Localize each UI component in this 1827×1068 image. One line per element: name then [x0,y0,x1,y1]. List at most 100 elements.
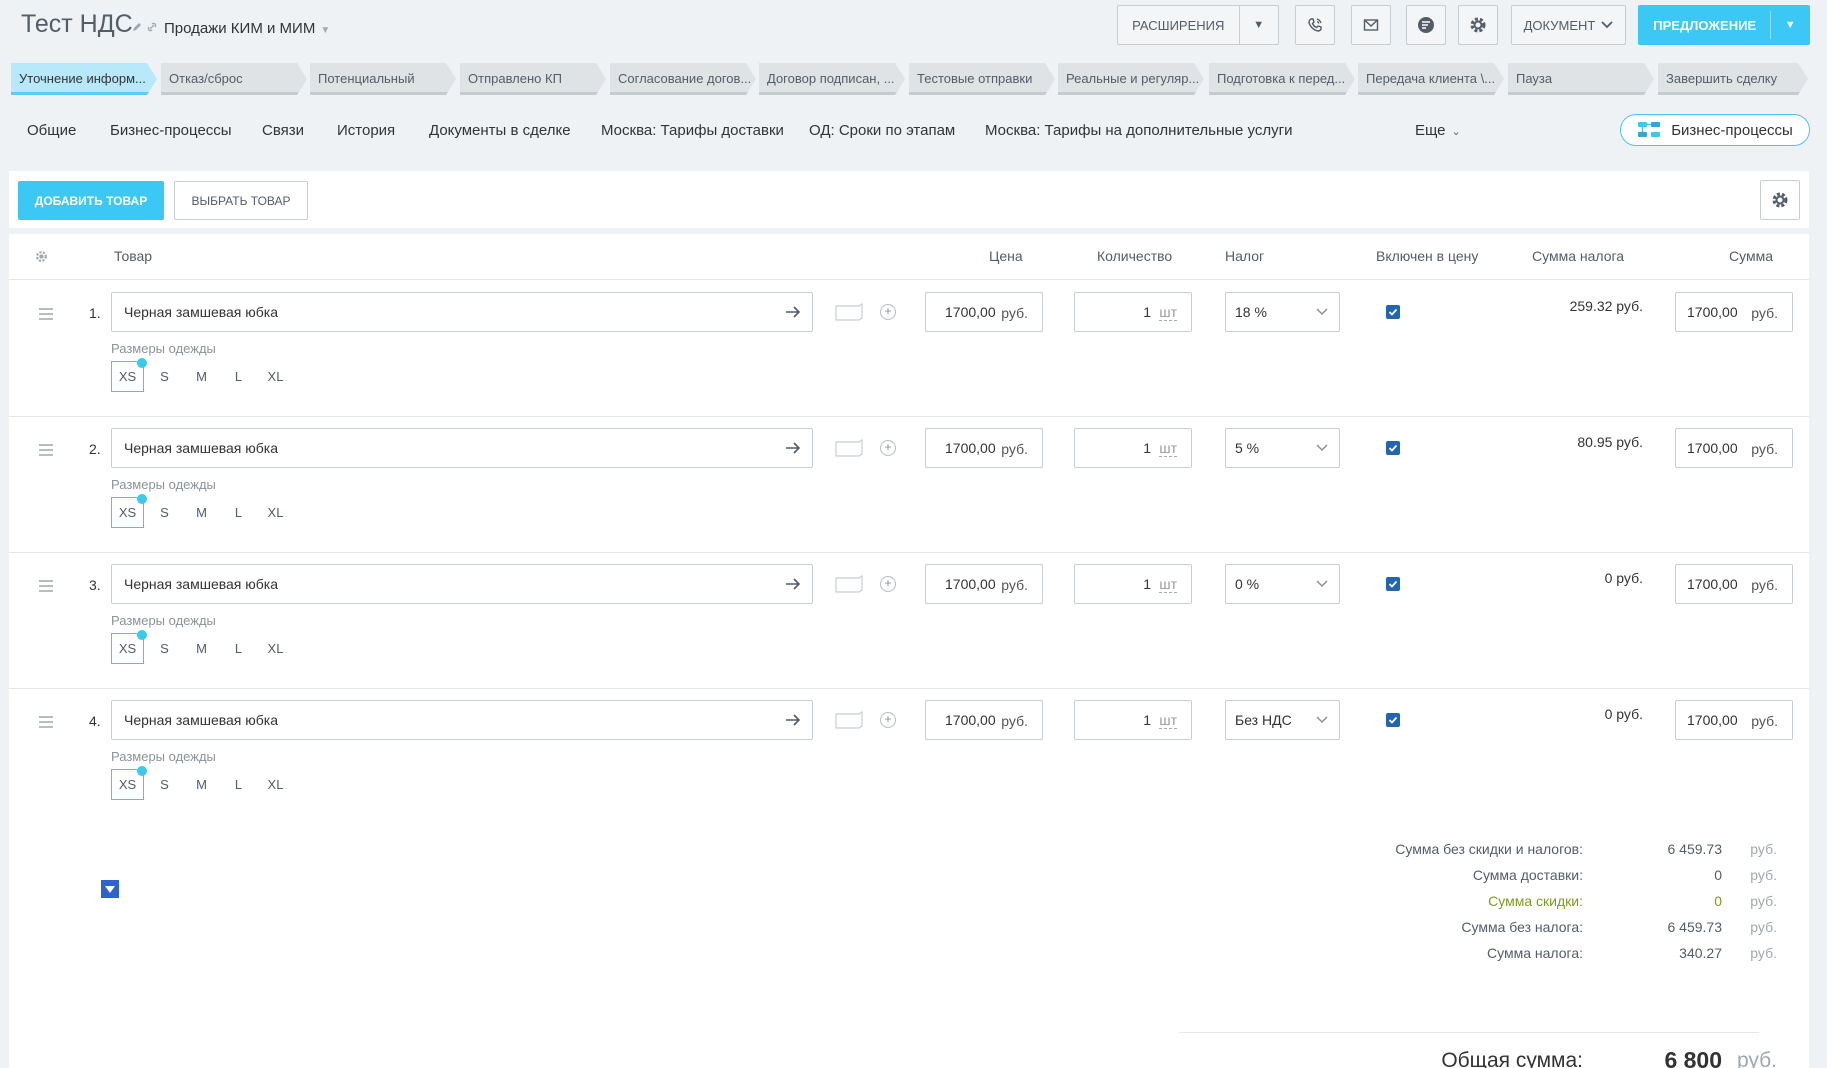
tax-included-checkbox[interactable] [1386,577,1400,591]
product-card-icon[interactable] [835,711,863,729]
business-processes-button[interactable]: Бизнес-процессы [1620,114,1810,146]
chevron-down-icon[interactable]: ▼ [1771,19,1809,31]
stage-item[interactable]: Отказ/сброс [161,63,307,95]
add-variant-icon[interactable]: + [880,440,896,456]
measure-unit[interactable]: шт [1159,577,1177,593]
stage-item[interactable]: Договор подписан, ... [759,63,905,95]
tax-included-checkbox[interactable] [1386,305,1400,319]
drag-handle-icon[interactable] [39,308,53,323]
collapse-toggle[interactable] [101,880,119,898]
size-option-s[interactable]: S [148,361,181,392]
settings-button[interactable] [1458,5,1498,45]
size-option-m[interactable]: M [185,361,218,392]
price-input[interactable]: 1700,00 руб. [925,700,1043,740]
sum-input[interactable]: 1700,00 руб. [1675,564,1793,604]
tab-history[interactable]: История [337,122,395,139]
arrow-right-icon[interactable] [784,303,802,321]
add-product-button[interactable]: Добавить товар [18,181,164,220]
chat-button[interactable] [1406,5,1446,45]
size-option-xs[interactable]: XS [111,630,147,664]
stage-item[interactable]: Передача клиента \... [1358,63,1504,95]
drag-handle-icon[interactable] [39,580,53,595]
tab-business-processes[interactable]: Бизнес-процессы [110,122,232,139]
price-input[interactable]: 1700,00 руб. [925,292,1043,332]
tax-select[interactable]: 5 % [1225,428,1340,468]
sum-input[interactable]: 1700,00 руб. [1675,700,1793,740]
tax-included-checkbox[interactable] [1386,713,1400,727]
product-card-icon[interactable] [835,303,863,321]
stage-item[interactable]: Отправлено КП [460,63,606,95]
size-option-l[interactable]: L [222,769,255,800]
gear-icon[interactable] [35,250,48,263]
document-button[interactable]: Документ [1511,5,1626,45]
add-variant-icon[interactable]: + [880,712,896,728]
size-option-xl[interactable]: XL [259,633,292,664]
chevron-down-icon[interactable]: ▼ [1239,19,1278,31]
size-option-xl[interactable]: XL [259,361,292,392]
select-product-button[interactable]: Выбрать товар [174,181,308,220]
size-option-s[interactable]: S [148,497,181,528]
offer-button[interactable]: Предложение ▼ [1638,5,1810,45]
price-input[interactable]: 1700,00 руб. [925,428,1043,468]
size-option-xs[interactable]: XS [111,766,147,800]
product-name-input[interactable]: Черная замшевая юбка [111,564,813,604]
tab-extra-services[interactable]: Москва: Тарифы на дополнительные услуги [985,122,1292,139]
arrow-right-icon[interactable] [784,439,802,457]
tab-stage-terms[interactable]: ОД: Сроки по этапам [809,122,955,139]
tab-documents[interactable]: Документы в сделке [429,122,571,139]
sum-input[interactable]: 1700,00 руб. [1675,292,1793,332]
tab-delivery-rates[interactable]: Москва: Тарифы доставки [601,122,784,139]
measure-unit[interactable]: шт [1159,441,1177,457]
product-card-icon[interactable] [835,439,863,457]
quantity-input[interactable]: 1 шт [1074,700,1192,740]
pipeline-selector[interactable]: Продажи КИМ и МИМ ▼ [164,20,330,37]
product-name-input[interactable]: Черная замшевая юбка [111,428,813,468]
extensions-button[interactable]: Расширения ▼ [1117,5,1279,45]
tab-more[interactable]: Еще ⌄ [1415,122,1461,139]
size-option-xl[interactable]: XL [259,769,292,800]
size-option-xl[interactable]: XL [259,497,292,528]
stage-item[interactable]: Согласование догов... [610,63,756,95]
size-option-l[interactable]: L [222,361,255,392]
stage-item[interactable]: Подготовка к перед... [1209,63,1355,95]
arrow-right-icon[interactable] [784,711,802,729]
size-option-s[interactable]: S [148,633,181,664]
size-option-l[interactable]: L [222,497,255,528]
product-card-icon[interactable] [835,575,863,593]
size-option-l[interactable]: L [222,633,255,664]
product-name-input[interactable]: Черная замшевая юбка [111,292,813,332]
products-settings-button[interactable] [1760,180,1800,220]
measure-unit[interactable]: шт [1159,305,1177,321]
stage-item[interactable]: Уточнение информ... [11,63,157,95]
product-name-input[interactable]: Черная замшевая юбка [111,700,813,740]
tax-included-checkbox[interactable] [1386,441,1400,455]
size-option-xs[interactable]: XS [111,358,147,392]
size-option-m[interactable]: M [185,769,218,800]
tax-select[interactable]: 18 % [1225,292,1340,332]
tax-select[interactable]: 0 % [1225,564,1340,604]
size-option-m[interactable]: M [185,633,218,664]
stage-item[interactable]: Тестовые отправки [909,63,1055,95]
stage-item[interactable]: Пауза [1508,63,1654,95]
add-variant-icon[interactable]: + [880,576,896,592]
stage-item[interactable]: Потенциальный [310,63,456,95]
drag-handle-icon[interactable] [39,716,53,731]
size-option-m[interactable]: M [185,497,218,528]
stage-item[interactable]: Реальные и регуляр... [1058,63,1204,95]
drag-handle-icon[interactable] [39,444,53,459]
tax-select[interactable]: Без НДС [1225,700,1340,740]
tab-general[interactable]: Общие [27,122,76,139]
sum-input[interactable]: 1700,00 руб. [1675,428,1793,468]
pencil-icon[interactable] [132,22,142,32]
arrow-right-icon[interactable] [784,575,802,593]
quantity-input[interactable]: 1 шт [1074,564,1192,604]
phone-button[interactable] [1295,5,1335,45]
link-icon[interactable] [147,22,157,32]
email-button[interactable] [1351,5,1391,45]
measure-unit[interactable]: шт [1159,713,1177,729]
tab-links[interactable]: Связи [262,122,304,139]
quantity-input[interactable]: 1 шт [1074,428,1192,468]
stage-item[interactable]: Завершить сделку [1658,63,1808,95]
price-input[interactable]: 1700,00 руб. [925,564,1043,604]
add-variant-icon[interactable]: + [880,304,896,320]
